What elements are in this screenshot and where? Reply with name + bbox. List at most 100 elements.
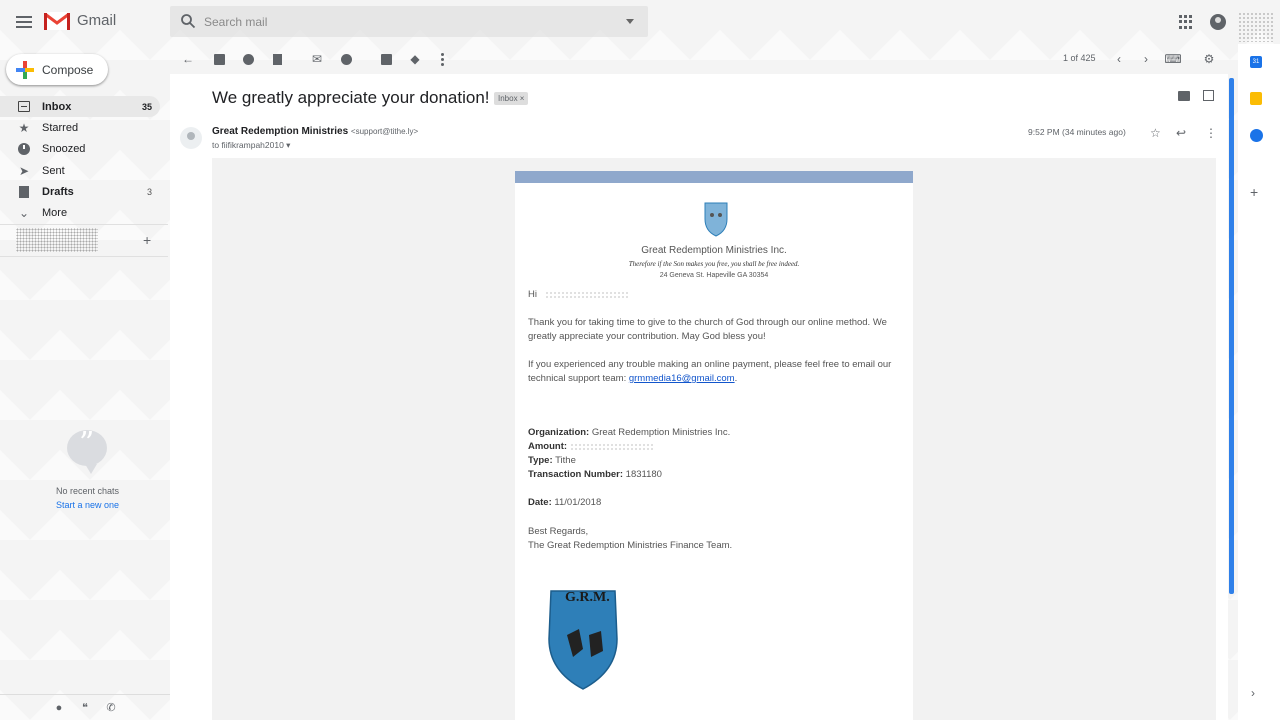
settings-gear-icon[interactable]: ⚙ — [1202, 52, 1216, 66]
archive-icon[interactable] — [212, 52, 226, 66]
message-subject: We greatly appreciate your donation! — [212, 88, 490, 107]
sidebar-nav: Inbox 35 ★ Starred Snoozed ➤ Sent Drafts… — [0, 96, 160, 224]
org-tagline: Therefore if the Son makes you free, you… — [628, 260, 800, 268]
hangouts-empty-state: No recent chats Start a new one — [0, 426, 175, 510]
keyboard-icon[interactable]: ⌨ — [1163, 52, 1183, 66]
decorative-pattern — [1238, 12, 1274, 42]
unread-count: 35 — [141, 101, 152, 112]
more-options-icon[interactable] — [435, 52, 449, 66]
chevron-right-icon[interactable]: › — [1139, 52, 1153, 66]
back-arrow-icon[interactable]: ← — [181, 52, 195, 66]
sidebar-item-label: Snoozed — [42, 143, 86, 156]
type-row: Type: Tithe — [528, 455, 576, 466]
search-options-caret-icon[interactable] — [626, 19, 634, 24]
field-label: Type: — [528, 455, 553, 466]
star-outline-icon[interactable]: ☆ — [1150, 126, 1161, 140]
sidebar-item-sent[interactable]: ➤ Sent — [0, 160, 160, 181]
keep-icon[interactable] — [1250, 92, 1262, 105]
message-view: We greatly appreciate your donation! Inb… — [170, 74, 1228, 720]
google-apps-icon[interactable] — [1179, 15, 1193, 29]
search-input[interactable] — [204, 12, 604, 31]
sidebar-item-drafts[interactable]: Drafts 3 — [0, 181, 160, 202]
search-icon[interactable] — [180, 13, 196, 29]
top-bar: Gmail — [0, 0, 1280, 44]
recipient-details[interactable]: to fiifikrampah2010 ▾ — [212, 140, 290, 151]
closing-team: The Great Redemption Ministries Finance … — [528, 540, 733, 551]
organization-row: Organization: Great Redemption Ministrie… — [528, 427, 730, 438]
sidebar-item-label: More — [42, 207, 68, 220]
expand-side-panel-icon[interactable]: › — [1251, 686, 1255, 700]
org-title: Great Redemption Ministries Inc. — [641, 245, 787, 256]
draft-icon — [17, 185, 31, 199]
grm-logo-icon: G.R.M. — [548, 590, 618, 690]
tasks-icon[interactable] — [1250, 129, 1263, 142]
sidebar-item-label: Starred — [42, 121, 79, 134]
inbox-icon — [17, 100, 31, 114]
sidebar-item-more[interactable]: ⌄ More — [0, 202, 160, 223]
sidebar-item-snoozed[interactable]: Snoozed — [0, 139, 160, 160]
account-avatar-icon[interactable] — [1210, 14, 1226, 30]
sender-line: Great Redemption Ministries <support@tit… — [212, 126, 418, 137]
delete-icon[interactable] — [270, 52, 284, 66]
mark-unread-icon[interactable]: ✉ — [310, 52, 324, 66]
greeting-text: Hi — [528, 289, 537, 300]
message-toolbar: ← ✉ ◆ 1 of 425 ‹ › ⌨ ⚙ — [170, 44, 1228, 74]
thank-you-paragraph: Thank you for taking time to give to the… — [528, 317, 887, 342]
label-tag-icon[interactable]: ◆ — [408, 52, 422, 66]
inbox-label-chip[interactable]: Inbox × — [494, 92, 529, 105]
email-header-bar — [515, 171, 913, 183]
send-icon: ➤ — [18, 163, 30, 178]
search-bar — [170, 6, 648, 37]
field-value: Tithe — [555, 455, 576, 466]
sender-name[interactable]: Great Redemption Ministries — [212, 126, 348, 137]
hangouts-bubble-icon — [67, 426, 107, 474]
hangouts-user-obscured — [16, 228, 98, 252]
sidebar-divider — [0, 224, 168, 225]
sender-avatar — [180, 127, 202, 149]
support-email-link[interactable]: grmmedia16@gmail.com — [629, 373, 735, 384]
contacts-icon[interactable]: ● — [53, 702, 65, 714]
add-hangout-icon[interactable]: + — [143, 232, 151, 248]
sidebar-item-label: Drafts — [42, 185, 74, 198]
compose-button[interactable]: Compose — [6, 54, 108, 85]
greeting: Hi — [528, 288, 900, 302]
add-addon-icon[interactable]: + — [1250, 184, 1258, 200]
main-panel: ← ✉ ◆ 1 of 425 ‹ › ⌨ ⚙ We greatly apprec… — [170, 44, 1228, 720]
message-scrollbar[interactable] — [1228, 74, 1236, 720]
report-spam-icon[interactable] — [241, 52, 255, 66]
scrollbar-thumb[interactable] — [1229, 78, 1234, 594]
no-chats-text: No recent chats — [55, 486, 120, 496]
support-suffix: . — [734, 373, 738, 384]
field-label: Amount: — [528, 441, 568, 452]
phone-icon[interactable]: ✆ — [105, 702, 117, 714]
message-more-icon[interactable]: ⋮ — [1205, 126, 1217, 140]
hangouts-icon[interactable]: ❝ — [79, 702, 91, 714]
amount-row: Amount: — [528, 441, 654, 452]
email-body-area: Great Redemption Ministries Inc. Therefo… — [212, 158, 1216, 720]
field-value: Great Redemption Ministries Inc. — [591, 427, 731, 438]
email-card: Great Redemption Ministries Inc. Therefo… — [515, 171, 913, 720]
sidebar-item-inbox[interactable]: Inbox 35 — [0, 96, 160, 118]
closing-regards: Best Regards, — [528, 526, 589, 537]
app-name: Gmail — [77, 12, 117, 29]
redacted-amount — [569, 442, 654, 450]
start-new-chat-link[interactable]: Start a new one — [0, 500, 175, 510]
sender-email: <support@tithe.ly> — [350, 127, 419, 136]
chevron-down-icon: ⌄ — [18, 206, 30, 221]
reply-icon[interactable]: ↩ — [1176, 126, 1186, 140]
redacted-name — [544, 290, 629, 298]
open-new-window-icon[interactable] — [1203, 90, 1214, 101]
gmail-logo-icon[interactable] — [44, 11, 70, 31]
drafts-count: 3 — [146, 186, 152, 197]
print-icon[interactable] — [1178, 91, 1190, 101]
compose-label: Compose — [42, 62, 94, 77]
field-value: 11/01/2018 — [554, 497, 602, 508]
snooze-clock-icon[interactable] — [339, 52, 353, 66]
message-timestamp: 9:52 PM (34 minutes ago) — [1028, 127, 1126, 137]
chevron-left-icon[interactable]: ‹ — [1112, 52, 1126, 66]
field-label: Organization: — [528, 427, 590, 438]
main-menu-icon[interactable] — [12, 10, 36, 34]
calendar-icon[interactable]: 31 — [1250, 56, 1262, 68]
sidebar-item-starred[interactable]: ★ Starred — [0, 117, 160, 138]
move-to-folder-icon[interactable] — [379, 52, 393, 66]
